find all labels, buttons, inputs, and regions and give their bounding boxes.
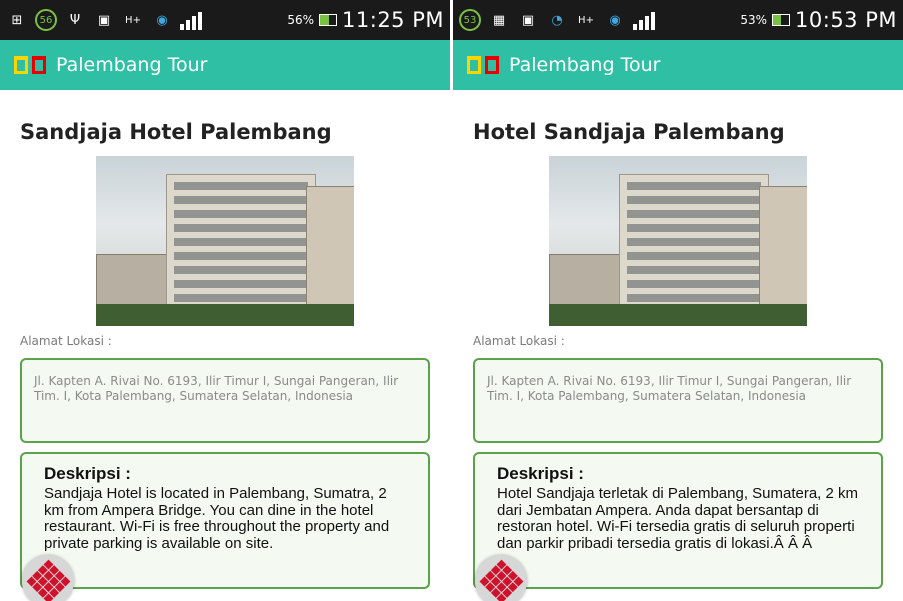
address-box: Jl. Kapten A. Rivai No. 6193, Ilir Timur… (473, 358, 883, 443)
description-box: Deskripsi : Hotel Sandjaja terletak di P… (473, 452, 883, 589)
signal-icon (633, 10, 655, 30)
app-bar: Palembang Tour (453, 40, 903, 90)
sync-icon: ◉ (156, 12, 168, 28)
hotel-title: Sandjaja Hotel Palembang (20, 120, 332, 144)
hotel-photo (549, 156, 807, 326)
add-icon: ⊞ (11, 12, 23, 28)
chat-icon: ▣ (521, 12, 535, 28)
battery-percent: 53% (740, 13, 768, 27)
app-title: Palembang Tour (56, 54, 208, 76)
image-icon: ▦ (492, 12, 506, 28)
clock: 10:53 PM (795, 8, 897, 32)
menu-fab-button[interactable] (475, 555, 527, 601)
hplus-data-icon: H+ (125, 14, 141, 26)
clock: 11:25 PM (342, 8, 444, 32)
address-label: Alamat Lokasi : (473, 334, 565, 348)
hotel-title: Hotel Sandjaja Palembang (473, 120, 785, 144)
hotel-photo (96, 156, 354, 326)
battery-icon (319, 14, 338, 26)
status-bar: 53 ▦ ▣ ◔ H+ ◉ 53% 10:53 PM (453, 0, 903, 40)
sync-icon: ◉ (609, 12, 621, 28)
notification-count-badge: 56 (35, 9, 57, 31)
description-box: Deskripsi : Sandjaja Hotel is located in… (20, 452, 430, 589)
hplus-data-icon: H+ (578, 14, 594, 26)
address-text: Jl. Kapten A. Rivai No. 6193, Ilir Timur… (487, 374, 852, 403)
address-text: Jl. Kapten A. Rivai No. 6193, Ilir Timur… (34, 374, 399, 403)
description-title: Deskripsi : (44, 464, 131, 483)
hotel-chairs-logo-icon (467, 56, 499, 74)
description-text: Hotel Sandjaja terletak di Palembang, Su… (497, 485, 859, 552)
battery-percent: 56% (287, 13, 315, 27)
signal-icon (180, 10, 202, 30)
menu-fab-button[interactable] (22, 555, 74, 601)
wifi-icon: ◔ (551, 12, 563, 28)
hotel-chairs-logo-icon (14, 56, 46, 74)
grid-menu-icon (479, 559, 523, 601)
app-title: Palembang Tour (509, 54, 661, 76)
phone-screen-english: ⊞ 56 Ψ ▣ H+ ◉ 56% 11:25 PM Palembang Tou… (0, 0, 450, 601)
address-label: Alamat Lokasi : (20, 334, 112, 348)
address-box: Jl. Kapten A. Rivai No. 6193, Ilir Timur… (20, 358, 430, 443)
status-bar: ⊞ 56 Ψ ▣ H+ ◉ 56% 11:25 PM (0, 0, 450, 40)
notification-count-badge: 53 (459, 9, 481, 31)
grid-menu-icon (26, 559, 70, 601)
description-title: Deskripsi : (497, 464, 584, 483)
description-text: Sandjaja Hotel is located in Palembang, … (44, 485, 390, 552)
app-bar: Palembang Tour (0, 40, 450, 90)
phone-screen-indonesian: 53 ▦ ▣ ◔ H+ ◉ 53% 10:53 PM Palembang Tou… (453, 0, 903, 601)
battery-icon (772, 14, 791, 26)
chat-icon: ▣ (97, 12, 111, 28)
usb-icon: Ψ (69, 12, 81, 28)
